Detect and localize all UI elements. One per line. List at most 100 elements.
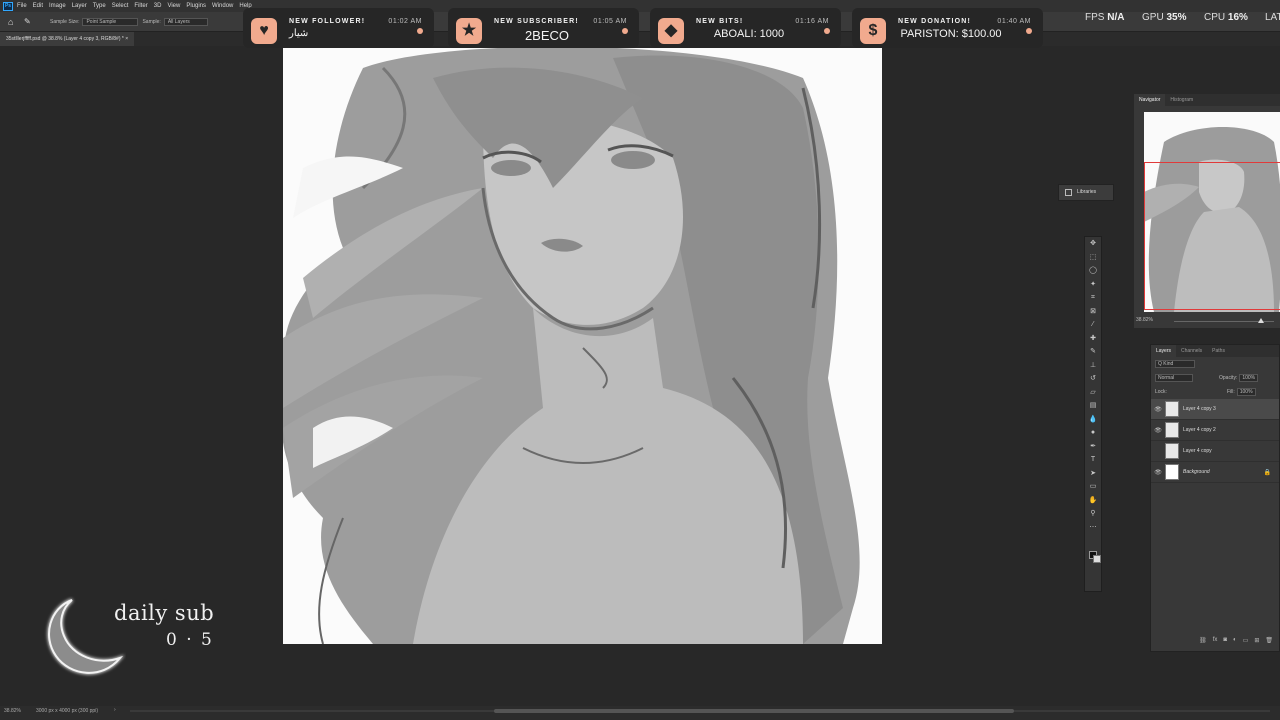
zoom-tool-icon[interactable]: ⚲ (1085, 507, 1101, 521)
magic-wand-tool-icon[interactable]: ✦ (1085, 278, 1101, 292)
navigator-zoom-value[interactable]: 38.82% (1136, 317, 1153, 323)
tab-paths[interactable]: Paths (1207, 345, 1230, 357)
blur-tool-icon[interactable]: 💧 (1085, 413, 1101, 427)
diamond-icon: ◆ (658, 18, 684, 44)
document-canvas[interactable] (283, 48, 882, 644)
menu-image[interactable]: Image (49, 3, 66, 9)
eraser-tool-icon[interactable]: ▱ (1085, 386, 1101, 400)
sample-label: Sample: (142, 18, 161, 25)
brush-tool-icon[interactable]: ✎ (1085, 345, 1101, 359)
eye-icon[interactable]: 👁 (1151, 469, 1165, 476)
tab-channels[interactable]: Channels (1176, 345, 1207, 357)
gradient-tool-icon[interactable]: ▤ (1085, 399, 1101, 413)
tab-layers[interactable]: Layers (1151, 345, 1177, 357)
navigator-view-frame[interactable] (1144, 162, 1280, 310)
menu-type[interactable]: Type (93, 3, 106, 9)
pen-tool-icon[interactable]: ✒ (1085, 440, 1101, 454)
menu-file[interactable]: File (17, 3, 27, 9)
eyedropper-icon[interactable]: ✎ (24, 17, 34, 27)
alert-time: 01:02 AM (388, 18, 422, 25)
menu-select[interactable]: Select (112, 3, 129, 9)
alert-time: 01:40 AM (997, 18, 1031, 25)
tab-histogram[interactable]: Histogram (1165, 94, 1198, 106)
menu-filter[interactable]: Filter (134, 3, 147, 9)
menu-edit[interactable]: Edit (33, 3, 43, 9)
artwork-illustration (283, 48, 882, 644)
layer-row[interactable]: Layer 4 copy (1151, 441, 1279, 462)
fx-icon[interactable]: fx (1213, 637, 1218, 647)
navigator-thumbnail[interactable] (1144, 112, 1280, 312)
eye-icon[interactable]: 👁 (1151, 406, 1165, 413)
opacity-field[interactable]: 100% (1239, 374, 1259, 382)
trash-icon[interactable]: 🗑 (1265, 637, 1273, 647)
latency-readout: LAT (1265, 12, 1280, 23)
layer-kind-filter[interactable]: Q Kind (1155, 360, 1195, 368)
layer-row[interactable]: 👁 Background 🔒 (1151, 462, 1279, 483)
status-doc-info: 3000 px x 4000 px (300 ppi) (36, 708, 98, 714)
eyedropper-tool-icon[interactable]: ⁄ (1085, 318, 1101, 332)
background-color-swatch[interactable] (1093, 555, 1101, 563)
status-menu-arrow[interactable]: › (114, 707, 116, 713)
alert-bits: ◆ NEW BITS! 01:16 AM ABOALI: 1000 (650, 8, 841, 48)
sample-select[interactable]: All Layers (163, 17, 208, 26)
dodge-tool-icon[interactable]: ● (1085, 426, 1101, 440)
navigator-zoom-slider[interactable] (1174, 318, 1274, 323)
blend-mode-select[interactable]: Normal (1155, 374, 1193, 382)
frame-tool-icon[interactable]: ⊠ (1085, 305, 1101, 319)
menu-layer[interactable]: Layer (72, 3, 87, 9)
document-tab[interactable]: 35stlllerjfffff.psd @ 38.8% (Layer 4 cop… (0, 32, 135, 46)
status-zoom[interactable]: 38.82% (4, 708, 21, 714)
alert-type: NEW SUBSCRIBER! (494, 18, 579, 25)
star-icon: ★ (456, 18, 482, 44)
new-layer-icon[interactable]: ⊞ (1254, 637, 1259, 647)
adjustment-icon[interactable]: ◐ (1233, 637, 1237, 647)
group-icon[interactable]: ▭ (1243, 637, 1249, 647)
alert-time: 01:05 AM (593, 18, 627, 25)
more-tools-icon[interactable]: ⋯ (1085, 521, 1101, 535)
alert-value: ABOALI: 1000 (713, 28, 785, 40)
type-tool-icon[interactable]: T (1085, 453, 1101, 467)
tab-navigator[interactable]: Navigator (1134, 94, 1166, 106)
layer-thumbnail (1165, 422, 1179, 438)
alert-follower: ♥ NEW FOLLOWER! 01:02 AM شیار (243, 8, 434, 48)
eye-icon[interactable]: 👁 (1151, 427, 1165, 434)
move-tool-icon[interactable]: ✥ (1085, 237, 1101, 251)
menu-3d[interactable]: 3D (154, 3, 162, 9)
crop-tool-icon[interactable]: ⌗ (1085, 291, 1101, 305)
path-select-tool-icon[interactable]: ➤ (1085, 467, 1101, 481)
libraries-label: Libraries (1077, 189, 1097, 195)
layer-row[interactable]: 👁 Layer 4 copy 2 (1151, 420, 1279, 441)
marquee-tool-icon[interactable]: ⬚ (1085, 251, 1101, 265)
stamp-tool-icon[interactable]: ⊥ (1085, 359, 1101, 373)
sample-size-select[interactable]: Point Sample (82, 17, 139, 26)
history-brush-icon[interactable]: ↺ (1085, 372, 1101, 386)
mask-icon[interactable]: ◙ (1223, 637, 1227, 647)
alert-time: 01:16 AM (795, 18, 829, 25)
menu-bar: Ps File Edit Image Layer Type Select Fil… (0, 0, 1280, 12)
alert-value: شیار (289, 28, 309, 39)
dollar-icon: $ (860, 18, 886, 44)
navigator-tabs: Navigator Histogram (1134, 94, 1280, 106)
home-icon[interactable]: ⌂ (8, 17, 18, 27)
fill-field[interactable]: 100% (1236, 388, 1256, 396)
alert-dot (824, 28, 830, 34)
shape-tool-icon[interactable]: ▭ (1085, 480, 1101, 494)
layer-filter-row: Q Kind (1151, 357, 1279, 371)
slider-knob[interactable] (1258, 318, 1264, 323)
libraries-panel-button[interactable]: Libraries (1058, 184, 1114, 201)
lasso-tool-icon[interactable]: ◯ (1085, 264, 1101, 278)
layer-row[interactable]: 👁 Layer 4 copy 3 (1151, 399, 1279, 420)
link-layers-icon[interactable]: ⛓ (1199, 637, 1207, 647)
menu-view[interactable]: View (167, 3, 180, 9)
fill-label: Fill: (1226, 389, 1235, 395)
hand-tool-icon[interactable]: ✋ (1085, 494, 1101, 508)
alert-type: NEW BITS! (696, 18, 744, 25)
blend-row: Normal Opacity: 100% (1151, 371, 1279, 385)
sample-size-label: Sample Size: (50, 18, 80, 25)
menu-window[interactable]: Window (212, 3, 233, 9)
layer-thumbnail (1165, 401, 1179, 417)
alert-dot (1026, 28, 1032, 34)
horizontal-scrollbar[interactable] (494, 709, 1014, 713)
healing-tool-icon[interactable]: ✚ (1085, 332, 1101, 346)
menu-plugins[interactable]: Plugins (186, 3, 206, 9)
